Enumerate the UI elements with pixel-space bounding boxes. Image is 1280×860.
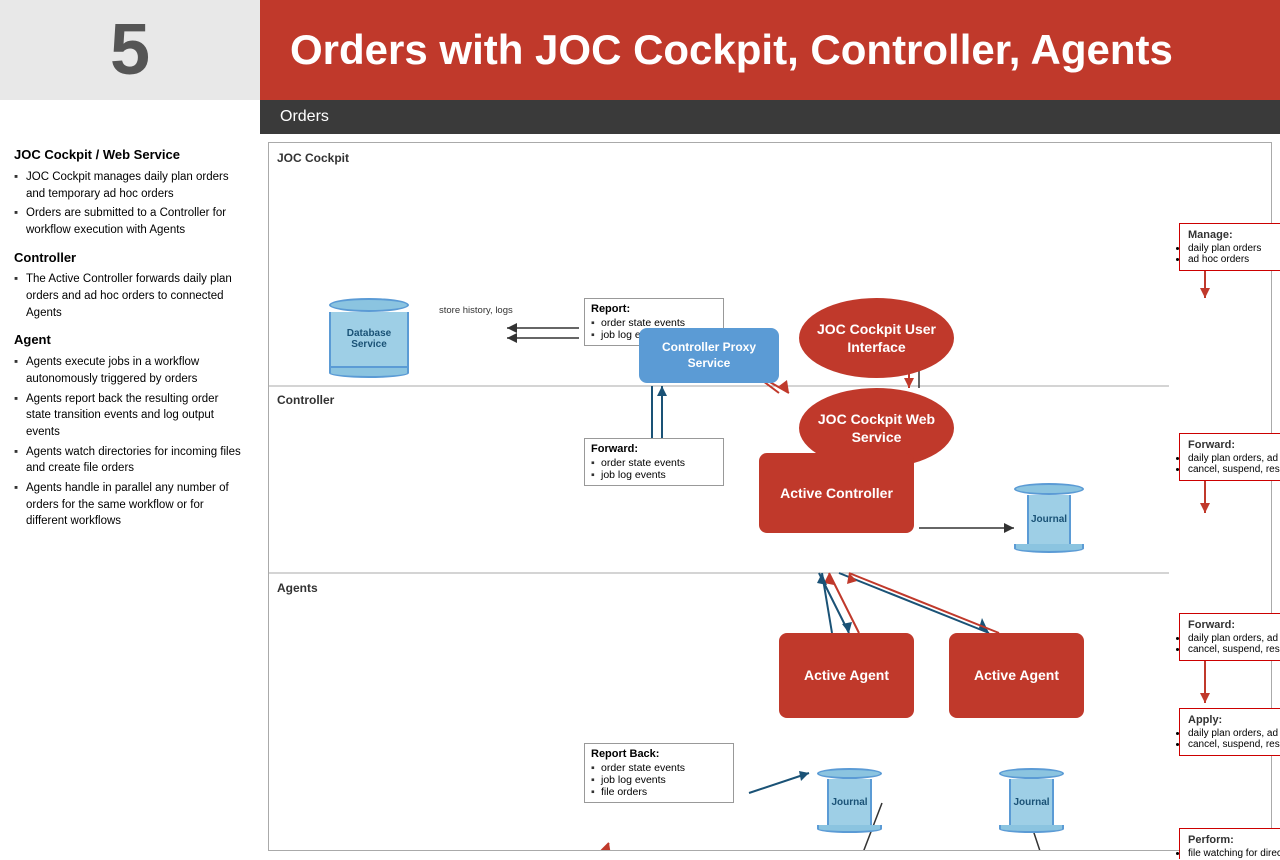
right-perform-box: Perform: file watching for directories a…: [1179, 828, 1280, 859]
report-back-box: Report Back: order state events job log …: [584, 743, 734, 803]
left-item: JOC Cockpit manages daily plan orders an…: [14, 169, 246, 202]
forward-controller-box: Forward: order state events job log even…: [584, 438, 724, 486]
right-manage-box: Manage: daily plan orders ad hoc orders: [1179, 223, 1280, 271]
right-apply-box: Apply: daily plan orders, ad hoc orders …: [1179, 708, 1280, 756]
right-forward2-box: Forward: daily plan orders, ad hoc order…: [1179, 613, 1280, 661]
active-agent1: Active Agent: [779, 633, 914, 718]
left-section-controller-title: Controller: [14, 249, 246, 268]
right-forward1-box: Forward: daily plan orders, ad hoc order…: [1179, 433, 1280, 481]
diagram-wrapper: JOC Cockpit DatabaseService store histor…: [268, 142, 1272, 851]
active-controller: Active Controller: [759, 453, 914, 533]
left-section-joc-title: JOC Cockpit / Web Service: [14, 146, 246, 165]
database-service: DatabaseService: [329, 298, 409, 378]
controller-label: Controller: [277, 393, 334, 407]
slide-number: 5: [0, 0, 260, 100]
left-panel: JOC Cockpit / Web Service JOC Cockpit ma…: [0, 134, 260, 859]
slide-title: Orders with JOC Cockpit, Controller, Age…: [260, 0, 1280, 100]
section-subheader: Orders: [260, 100, 1280, 134]
store-history-label: store history, logs: [439, 305, 513, 316]
agents-label: Agents: [277, 581, 318, 595]
left-item: The Active Controller forwards daily pla…: [14, 271, 246, 321]
journal1: Journal: [1014, 483, 1084, 553]
left-item: Agents handle in parallel any number of …: [14, 480, 246, 530]
left-item: Orders are submitted to a Controller for…: [14, 205, 246, 238]
controller-proxy-service: Controller Proxy Service: [639, 328, 779, 383]
joc-ui-ellipse: JOC Cockpit User Interface: [799, 298, 954, 378]
joc-cockpit-label: JOC Cockpit: [277, 151, 349, 165]
left-item: Agents watch directories for incoming fi…: [14, 444, 246, 477]
left-item: Agents report back the resulting order s…: [14, 391, 246, 441]
journal2: Journal: [817, 768, 882, 833]
active-agent2: Active Agent: [949, 633, 1084, 718]
diagram-area: JOC Cockpit DatabaseService store histor…: [260, 134, 1280, 859]
journal3: Journal: [999, 768, 1064, 833]
left-section-agent-title: Agent: [14, 331, 246, 350]
left-item: Agents execute jobs in a workflow autono…: [14, 354, 246, 387]
